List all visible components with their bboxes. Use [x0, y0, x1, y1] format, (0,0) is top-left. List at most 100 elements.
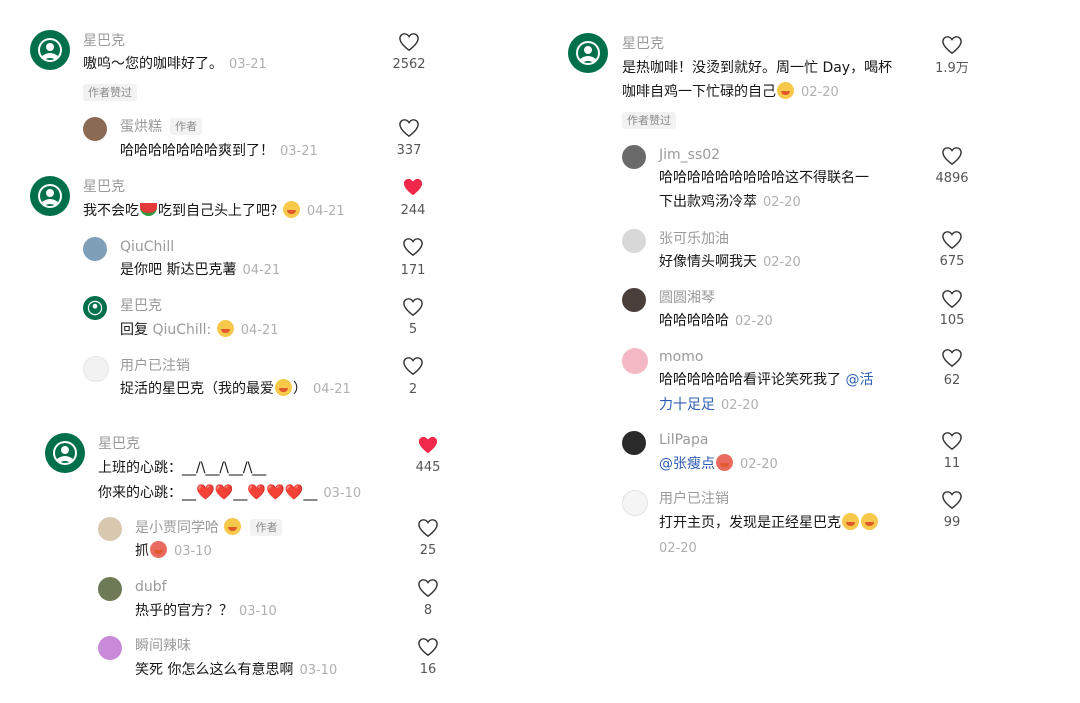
comment-body: 哈哈哈哈哈哈哈爽到了！: [120, 143, 274, 159]
comment-author[interactable]: 蛋烘糕 作者: [120, 118, 202, 136]
like-count: 11: [943, 456, 961, 471]
avatar[interactable]: [30, 176, 70, 216]
avatar[interactable]: [98, 517, 122, 541]
like-heart-icon[interactable]: [398, 32, 420, 52]
avatar[interactable]: [83, 356, 109, 382]
comment-text: 捉活的星巴克（我的最爱 ） 04-21: [120, 378, 351, 401]
comment-time: 02-20: [801, 85, 839, 100]
comment-body: 抓: [135, 543, 149, 559]
avatar[interactable]: [83, 117, 107, 141]
watermelon-emoji-icon: [140, 203, 157, 216]
like-heart-icon[interactable]: [402, 356, 424, 376]
avatar[interactable]: [83, 237, 107, 261]
like-heart-icon[interactable]: [417, 637, 439, 657]
like-heart-icon[interactable]: [941, 230, 963, 250]
comment-time: 02-20: [659, 541, 697, 556]
comment-text-line2: 下出款鸡汤冷萃 02-20: [659, 191, 801, 214]
liked-heart-icon[interactable]: [417, 435, 439, 455]
comment-text: 笑死 你怎么这么有意思啊 03-10: [135, 659, 337, 682]
like-heart-icon[interactable]: [417, 578, 439, 598]
comment-author[interactable]: 圆圆湘琴: [659, 289, 715, 307]
comment-author[interactable]: momo: [659, 348, 703, 366]
like-count: 2: [408, 382, 418, 397]
reply-author-name[interactable]: 蛋烘糕: [120, 119, 162, 135]
like-heart-icon[interactable]: [402, 297, 424, 317]
comment-text-line2: 咖啡自鸡一下忙碌的自己 02-20: [622, 81, 839, 104]
comment-text: 好像情头啊我天 02-20: [659, 251, 801, 274]
like-count: 2562: [392, 57, 426, 72]
like-heart-icon[interactable]: [941, 35, 963, 55]
comment-author[interactable]: 瞬间辣味: [135, 637, 191, 655]
comment-body-end: __: [303, 485, 318, 501]
comment-text: 是你吧 斯达巴克薯 04-21: [120, 259, 280, 282]
comment-body: 咖啡自鸡一下忙碌的自己: [622, 84, 776, 100]
comment-author[interactable]: QiuChill: [120, 238, 174, 256]
like-count: 5: [408, 322, 418, 337]
avatar[interactable]: [83, 296, 107, 320]
comment-text-line2: 你来的心跳：__❤️❤️__❤️❤️❤️__ 03-10: [98, 481, 361, 505]
comment-body-cont: __: [233, 485, 248, 501]
red-heart-icon: ❤️❤️: [196, 483, 234, 501]
comment-time: 04-21: [242, 263, 281, 278]
comment-author[interactable]: LilPapa: [659, 431, 708, 449]
avatar[interactable]: [45, 433, 85, 473]
reply-author-name[interactable]: 是小贾同学哈: [135, 520, 219, 536]
like-heart-icon[interactable]: [941, 490, 963, 510]
comment-body: 笑死 你怎么这么有意思啊: [135, 662, 294, 678]
comment-body: 哈哈哈哈哈哈看评论笑死我了: [659, 372, 841, 388]
mention-link[interactable]: 力十足足: [659, 397, 715, 413]
like-count: 675: [939, 254, 965, 269]
like-heart-icon[interactable]: [941, 289, 963, 309]
comment-author[interactable]: 星巴克: [622, 35, 664, 53]
like-heart-icon[interactable]: [402, 237, 424, 257]
author-liked-badge: 作者赞过: [83, 84, 137, 101]
like-heart-icon[interactable]: [398, 118, 420, 138]
avatar[interactable]: [98, 577, 122, 601]
comment-author[interactable]: 张可乐加油: [659, 230, 729, 248]
emoji-icon: [777, 82, 794, 99]
like-heart-icon[interactable]: [941, 348, 963, 368]
like-heart-icon[interactable]: [417, 518, 439, 538]
like-heart-icon[interactable]: [941, 431, 963, 451]
liked-heart-icon[interactable]: [402, 177, 424, 197]
reply-mention[interactable]: QiuChill:: [152, 322, 211, 338]
avatar[interactable]: [622, 348, 648, 374]
like-heart-icon[interactable]: [941, 146, 963, 166]
comment-text: 哈哈哈哈哈哈哈爽到了！ 03-21: [120, 140, 318, 163]
like-count: 171: [400, 263, 426, 278]
comment-text-line1: 哈哈哈哈哈哈哈哈哈这不得联名一: [659, 170, 869, 186]
like-count: 16: [419, 662, 437, 677]
avatar[interactable]: [622, 288, 646, 312]
comment-text: 我不会吃 吃到自己头上了吧? 04-21: [83, 200, 345, 223]
avatar[interactable]: [622, 490, 648, 516]
avatar[interactable]: [622, 431, 646, 455]
comment-author[interactable]: 星巴克: [83, 32, 125, 50]
emoji-icon: [216, 320, 234, 337]
like-count: 244: [400, 203, 426, 218]
mention-link[interactable]: @活: [845, 372, 873, 388]
comment-text-line1: 是热咖啡！没烫到就好。周一忙 Day，喝杯: [622, 60, 893, 76]
comment-time: 02-20: [721, 398, 759, 413]
emoji-icon: [150, 541, 167, 558]
avatar[interactable]: [622, 229, 646, 253]
comment-author[interactable]: dubf: [135, 578, 167, 596]
mention-link[interactable]: @张瘦点: [659, 456, 715, 472]
comment-body: 你来的心跳：__: [98, 485, 196, 501]
comment-author[interactable]: 星巴克: [98, 435, 140, 453]
avatar[interactable]: [568, 33, 608, 73]
avatar[interactable]: [30, 30, 70, 70]
comment-author[interactable]: 用户已注销: [659, 490, 729, 508]
avatar[interactable]: [98, 636, 122, 660]
comment-author[interactable]: 用户已注销: [120, 357, 190, 375]
avatar[interactable]: [622, 145, 646, 169]
comment-author[interactable]: 是小贾同学哈 作者: [135, 518, 283, 537]
comment-author[interactable]: Jim_ss02: [659, 146, 720, 164]
comment-author[interactable]: 星巴克: [120, 297, 162, 315]
comment-time: 03-10: [239, 604, 277, 619]
comment-text: 哈哈哈哈哈 02-20: [659, 310, 773, 333]
comment-body-cont: ）: [293, 381, 307, 397]
red-heart-icon: ❤️❤️❤️: [247, 483, 304, 501]
comment-body: 回复: [120, 322, 153, 338]
author-tag: 作者: [170, 118, 202, 135]
comment-author[interactable]: 星巴克: [83, 178, 125, 196]
